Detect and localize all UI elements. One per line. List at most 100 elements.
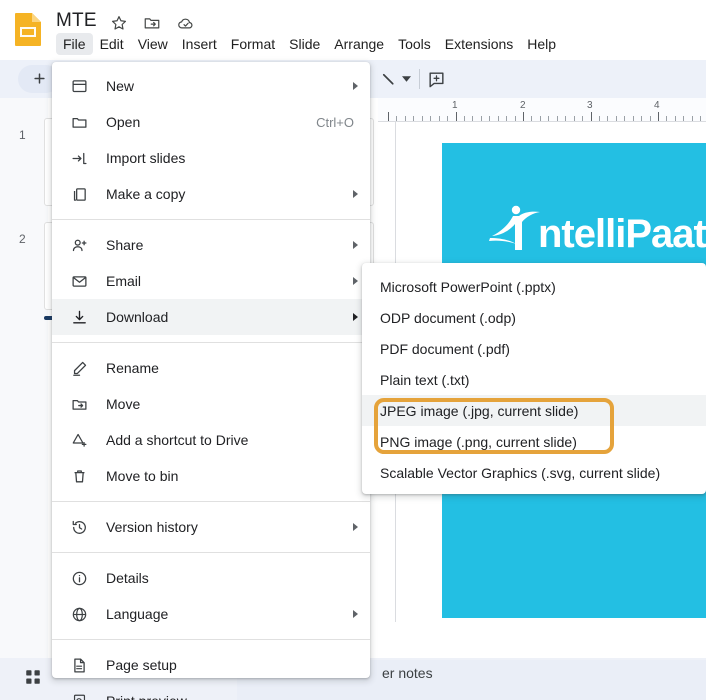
file-menu-item-email[interactable]: Email — [52, 263, 370, 299]
ruler-label-4: 4 — [654, 100, 660, 111]
download-option-odp[interactable]: ODP document (.odp) — [362, 302, 706, 333]
ruler-tick-minor — [421, 116, 423, 121]
ruler-tick-minor — [531, 116, 533, 121]
print-preview-icon — [68, 691, 90, 700]
ruler-tick-minor — [430, 116, 432, 121]
menu-item-extensions[interactable]: Extensions — [438, 33, 520, 55]
menu-item-format[interactable]: Format — [224, 33, 282, 55]
ruler-tick-minor — [598, 116, 600, 121]
svg-text:ntelliPaat: ntelliPaat — [538, 212, 706, 256]
file-menu-item-print-preview[interactable]: Print preview — [52, 683, 370, 700]
trash-bin-icon — [68, 466, 90, 486]
file-menu-item-open[interactable]: Open Ctrl+O — [52, 104, 370, 140]
download-option-svg[interactable]: Scalable Vector Graphics (.svg, current … — [362, 457, 706, 488]
rename-pencil-icon — [68, 358, 90, 378]
submenu-arrow-icon — [353, 277, 358, 285]
download-option-png[interactable]: PNG image (.png, current slide) — [362, 426, 706, 457]
ruler-tick-minor — [548, 116, 550, 121]
ruler-tick-minor — [438, 116, 440, 121]
menu-item-tools[interactable]: Tools — [391, 33, 438, 55]
ruler-tick-minor — [506, 116, 508, 121]
menu-item-file[interactable]: File — [56, 33, 93, 55]
file-menu-dropdown[interactable]: New Open Ctrl+O Import slides Make a cop… — [52, 62, 370, 700]
file-menu-item-details[interactable]: Details — [52, 560, 370, 596]
submenu-arrow-icon — [353, 82, 358, 90]
chevron-down-icon[interactable] — [402, 76, 411, 82]
cloud-saved-icon[interactable] — [176, 14, 194, 32]
file-menu-label: Make a copy — [106, 186, 186, 202]
file-menu-item-import-slides[interactable]: Import slides — [52, 140, 370, 176]
download-icon — [68, 307, 90, 327]
intellipaat-logo: ntelliPaat — [486, 200, 706, 260]
move-to-folder-icon[interactable] — [143, 14, 161, 32]
menu-item-insert[interactable]: Insert — [175, 33, 224, 55]
ruler-tick-minor — [607, 116, 609, 121]
file-menu-label: Download — [106, 309, 169, 325]
slide-filmstrip[interactable] — [0, 98, 48, 658]
submenu-arrow-icon — [353, 313, 358, 321]
info-icon — [68, 568, 90, 588]
file-menu-item-rename[interactable]: Rename — [52, 350, 370, 386]
menu-item-arrange[interactable]: Arrange — [327, 33, 391, 55]
ruler-tick-minor — [404, 116, 406, 121]
file-menu-label: Open — [106, 114, 141, 130]
new-presentation-icon — [68, 76, 90, 96]
ruler-tick-major — [455, 112, 457, 121]
file-menu-item-make-a-copy[interactable]: Make a copy — [52, 176, 370, 212]
slides-logo-icon[interactable] — [14, 12, 42, 46]
menu-item-edit[interactable]: Edit — [93, 33, 131, 55]
title-action-icons — [110, 14, 194, 32]
ruler-tick-major — [388, 112, 389, 121]
download-option-pdf[interactable]: PDF document (.pdf) — [362, 333, 706, 364]
download-option-txt[interactable]: Plain text (.txt) — [362, 364, 706, 395]
folder-open-icon — [68, 112, 90, 132]
download-option-jpeg[interactable]: JPEG image (.jpg, current slide) — [362, 395, 706, 426]
file-menu-item-language[interactable]: Language — [52, 596, 370, 632]
add-slide-plus-icon[interactable] — [32, 71, 47, 86]
download-option-pptx[interactable]: Microsoft PowerPoint (.pptx) — [362, 271, 706, 302]
menu-separator — [52, 219, 370, 220]
ruler-tick-minor — [497, 116, 499, 121]
line-tool-icon[interactable] — [380, 71, 398, 89]
top-bar: MTE File Edit View Insert Format Slide A… — [0, 0, 706, 60]
file-menu-item-add-shortcut-to-drive[interactable]: Add a shortcut to Drive — [52, 422, 370, 458]
document-title[interactable]: MTE — [56, 9, 97, 33]
submenu-arrow-icon — [353, 523, 358, 531]
file-menu-label: Print preview — [106, 692, 358, 700]
file-menu-label: Move — [106, 396, 141, 412]
menu-item-help[interactable]: Help — [520, 33, 563, 55]
file-menu-item-download[interactable]: Download — [52, 299, 370, 335]
file-menu-item-new[interactable]: New — [52, 68, 370, 104]
file-menu-item-move[interactable]: Move — [52, 386, 370, 422]
drive-shortcut-icon — [68, 430, 90, 450]
ruler-tick-minor — [480, 116, 482, 121]
move-to-folder-icon — [68, 394, 90, 414]
menu-item-view[interactable]: View — [131, 33, 175, 55]
add-comment-icon[interactable] — [427, 70, 446, 89]
horizontal-ruler[interactable]: 1 2 3 4 — [378, 98, 706, 122]
ruler-tick-minor — [683, 116, 685, 121]
grid-view-icon[interactable] — [24, 668, 42, 686]
slide-number-1: 1 — [19, 128, 26, 142]
ruler-tick-minor — [514, 116, 516, 121]
menu-separator — [52, 639, 370, 640]
file-menu-label: Import slides — [106, 150, 186, 166]
slide-number-2: 2 — [19, 232, 26, 246]
ruler-tick-minor — [700, 116, 702, 121]
ruler-tick-minor — [649, 116, 651, 121]
file-menu-item-move-to-bin[interactable]: Move to bin — [52, 458, 370, 494]
submenu-arrow-icon — [353, 610, 358, 618]
menu-separator — [52, 342, 370, 343]
file-menu-item-version-history[interactable]: Version history — [52, 509, 370, 545]
ruler-tick-minor — [615, 116, 617, 121]
ruler-tick-minor — [447, 116, 449, 121]
slides-window: MTE File Edit View Insert Format Slide A… — [0, 0, 706, 700]
page-setup-icon — [68, 655, 90, 675]
file-menu-item-share[interactable]: Share — [52, 227, 370, 263]
menu-item-slide[interactable]: Slide — [282, 33, 327, 55]
file-menu-item-page-setup[interactable]: Page setup — [52, 647, 370, 683]
star-icon[interactable] — [110, 14, 128, 32]
download-submenu[interactable]: Microsoft PowerPoint (.pptx) ODP documen… — [362, 263, 706, 494]
copy-icon — [68, 184, 90, 204]
ruler-tick-minor — [539, 116, 541, 121]
